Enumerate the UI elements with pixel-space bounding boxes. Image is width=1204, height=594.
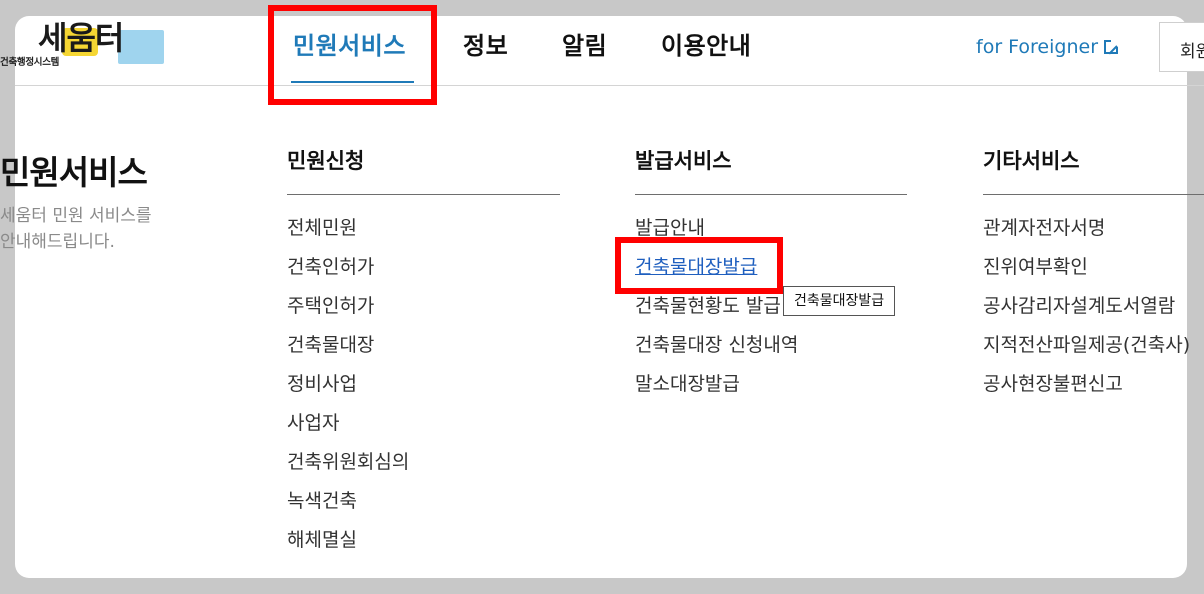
- menu-item-e-signature[interactable]: 관계자전자서명: [983, 216, 1190, 255]
- menu-item-cancelled-register-issue[interactable]: 말소대장발급: [635, 372, 798, 411]
- member-button[interactable]: 회원: [1159, 22, 1204, 72]
- highlight-box-menu-item: [615, 237, 783, 294]
- menu-item-demolition[interactable]: 해체멸실: [287, 528, 409, 567]
- menu-item-building-committee[interactable]: 건축위원회심의: [287, 450, 409, 489]
- column-heading-issuance: 발급서비스: [635, 149, 732, 173]
- menu-item-supervisor-drawings[interactable]: 공사감리자설계도서열람: [983, 294, 1190, 333]
- menu-item-redevelopment[interactable]: 정비사업: [287, 372, 409, 411]
- menu-item-building-permit[interactable]: 건축인허가: [287, 255, 409, 294]
- highlight-box-nav: [268, 5, 437, 105]
- menu-description-line1: 세움터 민원 서비스를: [0, 206, 152, 226]
- header-divider: [15, 85, 1204, 86]
- menu-item-register-request-history[interactable]: 건축물대장 신청내역: [635, 333, 798, 372]
- menu-item-business-operator[interactable]: 사업자: [287, 411, 409, 450]
- column-list-application: 전체민원 건축인허가 주택인허가 건축물대장 정비사업 사업자 건축위원회심의 …: [287, 216, 409, 567]
- column-heading-etc: 기타서비스: [983, 149, 1080, 173]
- logo-subtitle: 건축행정시스템: [0, 57, 60, 68]
- nav-information[interactable]: 정보: [463, 26, 508, 61]
- external-link-icon: [1104, 40, 1119, 54]
- menu-item-site-complaint[interactable]: 공사현장불편신고: [983, 372, 1190, 411]
- logo-wordmark: 세움터: [38, 19, 124, 57]
- site-logo[interactable]: 세움터 건축행정시스템: [0, 18, 170, 70]
- column-list-etc: 관계자전자서명 진위여부확인 공사감리자설계도서열람 지적전산파일제공(건축사)…: [983, 216, 1190, 411]
- page: 세움터 건축행정시스템 민원서비스 정보 알림 이용안내 for Foreign…: [0, 0, 1204, 594]
- column-divider: [983, 194, 1204, 195]
- column-divider: [635, 194, 907, 195]
- menu-item-cadastral-file[interactable]: 지적전산파일제공(건축사): [983, 333, 1190, 372]
- menu-item-building-register[interactable]: 건축물대장: [287, 333, 409, 372]
- menu-item-all-civil[interactable]: 전체민원: [287, 216, 409, 255]
- foreigner-link[interactable]: for Foreigner: [976, 36, 1119, 58]
- menu-item-building-status-map[interactable]: 건축물현황도 발급: [635, 294, 798, 333]
- column-divider: [287, 194, 560, 195]
- menu-description: 세움터 민원 서비스를 안내해드립니다.: [0, 203, 152, 255]
- foreigner-link-label: for Foreigner: [976, 36, 1099, 58]
- menu-item-authenticity-check[interactable]: 진위여부확인: [983, 255, 1190, 294]
- nav-notice[interactable]: 알림: [562, 26, 607, 61]
- menu-item-housing-permit[interactable]: 주택인허가: [287, 294, 409, 333]
- logo-accent-blue: [118, 30, 164, 64]
- site-header: 세움터 건축행정시스템 민원서비스 정보 알림 이용안내 for Foreign…: [0, 0, 1204, 86]
- menu-item-green-building[interactable]: 녹색건축: [287, 489, 409, 528]
- hover-tooltip: 건축물대장발급: [783, 286, 896, 316]
- menu-title: 민원서비스: [0, 153, 148, 192]
- column-heading-application: 민원신청: [287, 149, 365, 173]
- nav-guide[interactable]: 이용안내: [661, 26, 751, 61]
- menu-description-line2: 안내해드립니다.: [0, 232, 115, 252]
